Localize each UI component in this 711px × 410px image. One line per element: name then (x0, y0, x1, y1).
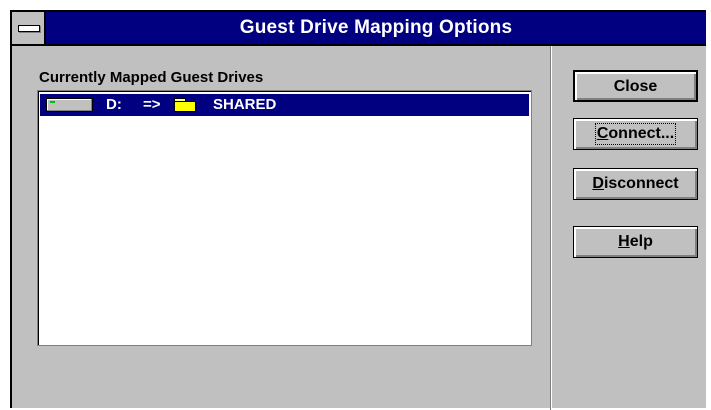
mapped-drives-label: Currently Mapped Guest Drives (39, 69, 264, 86)
drive-icon (46, 98, 93, 112)
window-title: Guest Drive Mapping Options (239, 17, 513, 38)
system-menu-button[interactable] (12, 12, 46, 44)
connect-button-label: Connect... (594, 123, 677, 145)
list-item[interactable]: D: => SHARED (40, 94, 529, 116)
connect-button[interactable]: Connect... (573, 118, 698, 150)
mapped-drives-listbox[interactable]: D: => SHARED (37, 90, 532, 346)
close-button[interactable]: Close (573, 70, 698, 102)
dialog-window: Guest Drive Mapping Options Currently Ma… (10, 10, 706, 410)
drive-letter: D: (106, 96, 122, 113)
disconnect-button[interactable]: Disconnect (573, 168, 698, 200)
system-menu-icon (18, 25, 40, 32)
close-button-label: Close (613, 78, 658, 95)
mapping-arrow: => (143, 96, 161, 113)
share-name: SHARED (213, 96, 277, 113)
folder-icon (174, 98, 197, 113)
vertical-divider (550, 46, 552, 410)
disconnect-button-label: Disconnect (592, 175, 679, 192)
help-button-label: Help (618, 233, 653, 250)
help-button[interactable]: Help (573, 226, 698, 258)
title-bar[interactable]: Guest Drive Mapping Options (12, 12, 706, 46)
